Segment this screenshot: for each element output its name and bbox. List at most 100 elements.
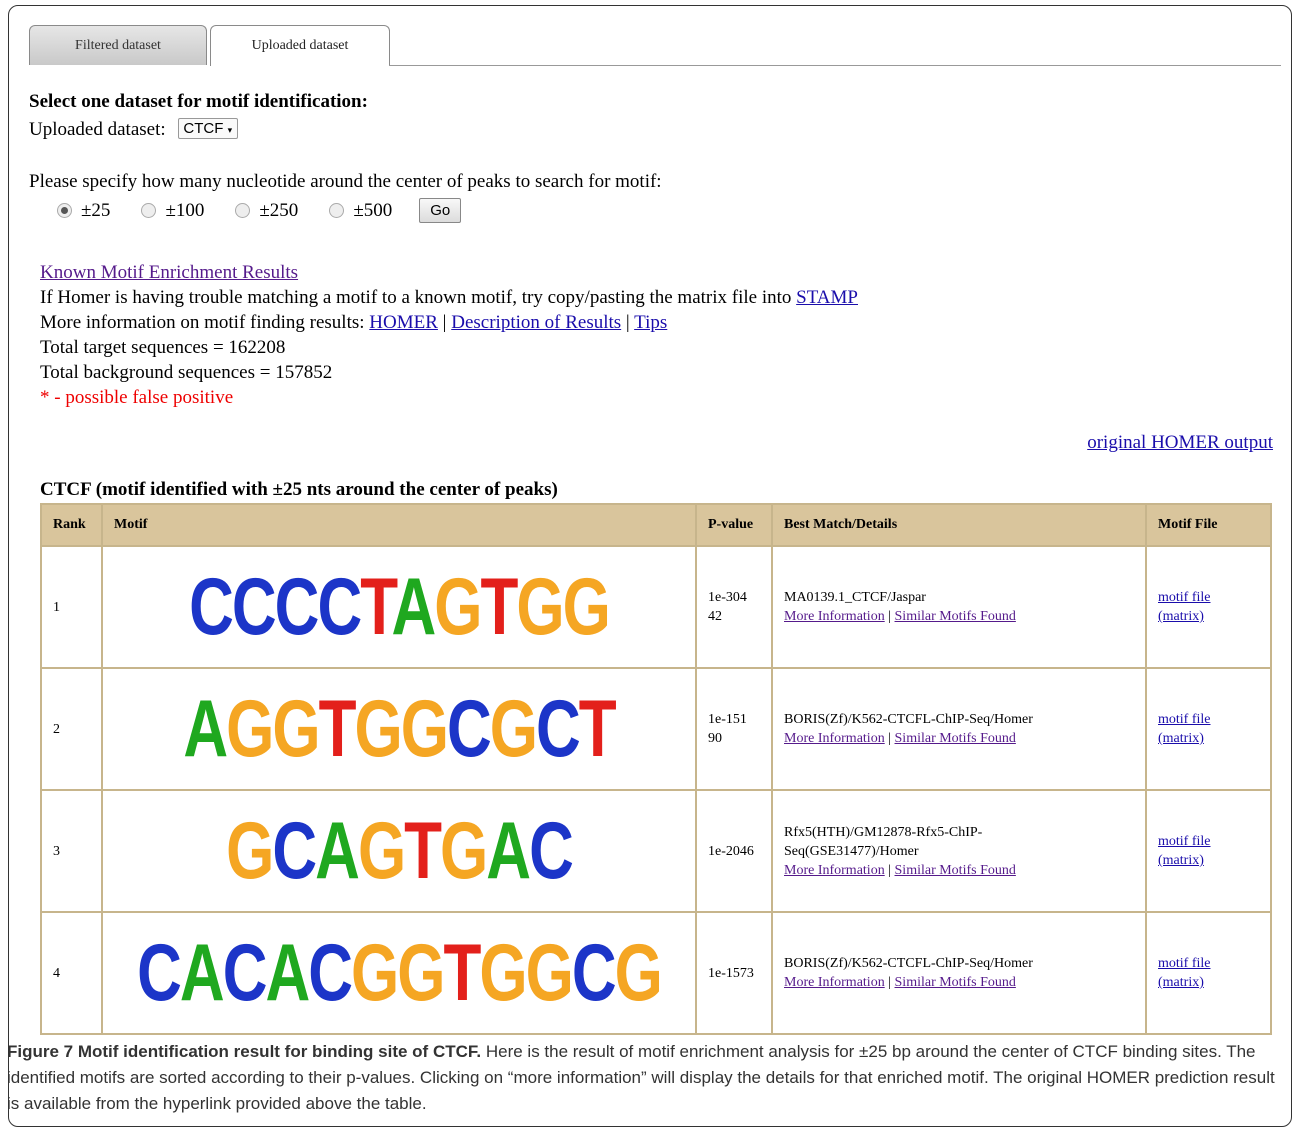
separator: | [888, 975, 892, 990]
motif-file-link[interactable]: motif file [1158, 590, 1211, 605]
header-best-match: Best Match/Details [771, 503, 1147, 547]
best-match-cell: MA0139.1_CTCF/Jaspar More Information | S… [771, 545, 1147, 669]
radio-button-checked[interactable] [57, 203, 72, 218]
uploaded-dataset-select[interactable]: CTCF ▾ [178, 118, 239, 139]
chevron-down-icon: ▾ [227, 125, 233, 135]
motif-base-g: G [440, 806, 488, 896]
motif-base-g: G [400, 684, 449, 774]
motif-cell: CCCCTAGTGG [101, 545, 697, 669]
radio-option-500[interactable]: ±500 [329, 200, 392, 222]
best-match-name: Rfx5(HTH)/GM12878-Rfx5-ChIP-Seq(GSE31477… [784, 824, 983, 859]
more-info-line: More information on motif finding result… [40, 310, 858, 335]
motif-cell: CACACGGTGGCG [101, 911, 697, 1035]
motif-base-a: A [179, 928, 225, 1018]
more-information-link[interactable]: More Information [784, 863, 885, 878]
matrix-link[interactable]: (matrix) [1158, 609, 1204, 624]
radio-label: ±500 [353, 199, 393, 221]
radio-option-25[interactable]: ±25 [57, 200, 110, 222]
table-header-row: Rank Motif P-value Best Match/Details Mo… [40, 503, 1272, 547]
motif-base-g: G [397, 928, 445, 1018]
motif-logo: GCAGTGAC [114, 811, 684, 892]
matrix-link[interactable]: (matrix) [1158, 853, 1204, 868]
false-positive-note: * - possible false positive [40, 387, 234, 408]
motif-base-g: G [272, 684, 320, 774]
motif-table: Rank Motif P-value Best Match/Details Mo… [40, 503, 1272, 1035]
figure-caption: Figure 7 Motif identification result for… [7, 1039, 1277, 1117]
go-button[interactable]: Go [419, 198, 462, 223]
motif-base-g: G [351, 928, 399, 1018]
similar-motifs-link[interactable]: Similar Motifs Found [895, 731, 1016, 746]
motif-logo: AGGTGGCGCT [114, 689, 684, 770]
similar-motifs-link[interactable]: Similar Motifs Found [895, 863, 1016, 878]
motif-logo: CCCCTAGTGG [114, 567, 684, 648]
tab-filtered-dataset[interactable]: Filtered dataset [29, 25, 207, 65]
motif-base-g: G [479, 928, 527, 1018]
separator: | [888, 609, 892, 624]
separator: | [442, 312, 447, 333]
description-link[interactable]: Description of Results [451, 312, 621, 333]
total-target: Total target sequences = 162208 [40, 337, 286, 358]
motif-base-a: A [265, 928, 310, 1018]
header-pvalue: P-value [695, 503, 773, 547]
radio-label: ±100 [165, 199, 205, 221]
motif-base-c: C [189, 562, 234, 652]
motif-base-t: T [578, 684, 617, 774]
motif-file-link[interactable]: motif file [1158, 712, 1211, 727]
select-dataset-heading: Select one dataset for motif identificat… [29, 91, 368, 112]
motif-file-cell: motif file (matrix) [1145, 667, 1272, 791]
original-homer-output-link[interactable]: original HOMER output [1087, 432, 1273, 454]
best-match-cell: Rfx5(HTH)/GM12878-Rfx5-ChIP-Seq(GSE31477… [771, 789, 1147, 913]
motif-base-g: G [226, 684, 274, 774]
similar-motifs-link[interactable]: Similar Motifs Found [895, 975, 1016, 990]
motif-file-cell: motif file (matrix) [1145, 911, 1272, 1035]
motif-base-g: G [434, 562, 482, 652]
table-row: 1 CCCCTAGTGG 1e-30442 MA0139.1_CTCF/Jasp… [40, 545, 1272, 669]
motif-base-c: C [535, 684, 581, 774]
total-background: Total background sequences = 157852 [40, 362, 333, 383]
tips-link[interactable]: Tips [634, 312, 667, 333]
similar-motifs-link[interactable]: Similar Motifs Found [895, 609, 1016, 624]
radio-button[interactable] [235, 203, 251, 218]
browser-frame: Filtered dataset Uploaded dataset Select… [8, 5, 1292, 1127]
pvalue-text: 1e-30442 [708, 590, 747, 624]
select-value: CTCF [183, 120, 224, 137]
tab-uploaded-dataset[interactable]: Uploaded dataset [210, 25, 390, 66]
matrix-link[interactable]: (matrix) [1158, 731, 1204, 746]
homer-link[interactable]: HOMER [369, 312, 438, 333]
motif-base-a: A [315, 806, 360, 896]
more-information-link[interactable]: More Information [784, 731, 885, 746]
tab-divider [389, 65, 1281, 66]
results-info: Known Motif Enrichment Results If Homer … [40, 260, 858, 410]
motif-cell: AGGTGGCGCT [101, 667, 697, 791]
motif-file-link[interactable]: motif file [1158, 956, 1211, 971]
table-row: 2 AGGTGGCGCT 1e-15190 BORIS(Zf)/K562-CTC… [40, 667, 1272, 791]
motif-base-g: G [357, 806, 406, 896]
header-motif-file: Motif File [1145, 503, 1272, 547]
window-size-prompt: Please specify how many nucleotide aroun… [29, 171, 662, 192]
matrix-link[interactable]: (matrix) [1158, 975, 1204, 990]
rank-cell: 4 [40, 911, 103, 1035]
motif-logo: CACACGGTGGCG [114, 933, 684, 1014]
best-match-name: BORIS(Zf)/K562-CTCFL-ChIP-Seq/Homer [784, 956, 1033, 971]
motif-base-c: C [137, 928, 182, 1018]
motif-file-link[interactable]: motif file [1158, 834, 1211, 849]
motif-base-t: T [318, 684, 357, 774]
dataset-tabs: Filtered dataset Uploaded dataset [29, 25, 1279, 66]
more-information-link[interactable]: More Information [784, 975, 885, 990]
table-title: CTCF (motif identified with ±25 nts arou… [40, 479, 558, 500]
caption-title: Figure 7 Motif identification result for… [7, 1042, 482, 1061]
motif-base-t: T [404, 806, 442, 896]
radio-option-250[interactable]: ±250 [235, 200, 298, 222]
radio-button[interactable] [141, 203, 157, 218]
radio-label: ±250 [259, 199, 299, 221]
more-information-link[interactable]: More Information [784, 609, 885, 624]
motif-cell: GCAGTGAC [101, 789, 697, 913]
motif-base-a: A [391, 562, 437, 652]
radio-button[interactable] [329, 203, 345, 218]
known-motif-link[interactable]: Known Motif Enrichment Results [40, 262, 298, 283]
stamp-link[interactable]: STAMP [796, 287, 858, 308]
pvalue-cell: 1e-15190 [695, 667, 773, 791]
motif-base-t: T [443, 928, 482, 1018]
best-match-name: MA0139.1_CTCF/Jaspar [784, 590, 926, 605]
radio-option-100[interactable]: ±100 [141, 200, 204, 222]
